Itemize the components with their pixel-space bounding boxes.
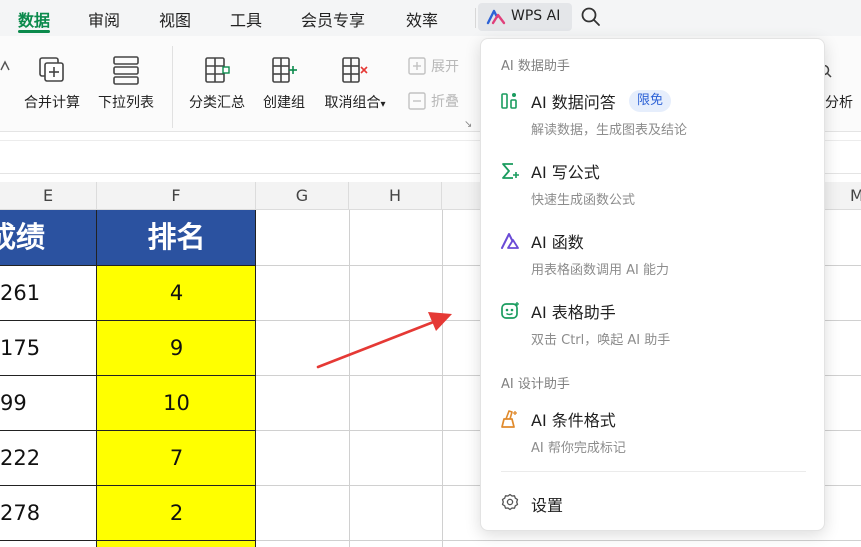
conditional-format-desc: AI 帮你完成标记 [531, 441, 626, 456]
brush-icon [501, 410, 517, 428]
group-label-design-assistant: AI 设计助手 [501, 377, 570, 392]
data-qa-title-text: AI 数据问答 [531, 93, 616, 112]
menu-item-data-qa[interactable]: AI 数据问答 限免 解读数据，生成图表及结论 [491, 79, 816, 141]
write-formula-desc: 快速生成函数公式 [531, 193, 636, 208]
data-qa-icon [501, 93, 517, 109]
sigma-icon [502, 163, 519, 179]
settings-label: 设置 [531, 496, 564, 515]
conditional-format-title: AI 条件格式 [531, 411, 616, 430]
menu-divider [501, 471, 806, 472]
robot-icon [501, 302, 519, 319]
group-label-data-assistant: AI 数据助手 [501, 59, 570, 74]
ai-function-icon [501, 233, 519, 249]
table-assistant-desc: 双击 Ctrl，唤起 AI 助手 [531, 333, 671, 348]
menu-item-write-formula[interactable]: AI 写公式 快速生成函数公式 [491, 149, 816, 211]
menu-item-ai-function[interactable]: AI 函数 用表格函数调用 AI 能力 [491, 219, 816, 281]
table-assistant-title: AI 表格助手 [531, 303, 616, 322]
wps-spreadsheet-window: 数据 审阅 视图 工具 会员专享 效率 WPS AI 合并计算 下拉列表 分类汇… [0, 0, 861, 547]
menu-item-conditional-format[interactable]: AI 条件格式 AI 帮你完成标记 [491, 397, 816, 459]
write-formula-title: AI 写公式 [531, 163, 600, 182]
gear-icon [501, 493, 519, 511]
data-qa-desc: 解读数据，生成图表及结论 [531, 123, 688, 138]
ai-function-title: AI 函数 [531, 233, 584, 252]
free-badge: 限免 [629, 90, 672, 112]
wps-ai-dropdown-menu: AI 数据助手 AI 数据问答 限免 解读数据，生成图表及结论 AI 写公式 快… [480, 38, 825, 531]
ai-function-desc: 用表格函数调用 AI 能力 [531, 263, 669, 278]
menu-item-settings[interactable]: 设置 [491, 487, 816, 517]
menu-item-table-assistant[interactable]: AI 表格助手 双击 Ctrl，唤起 AI 助手 [491, 289, 816, 351]
data-qa-title: AI 数据问答 限免 [531, 89, 672, 113]
